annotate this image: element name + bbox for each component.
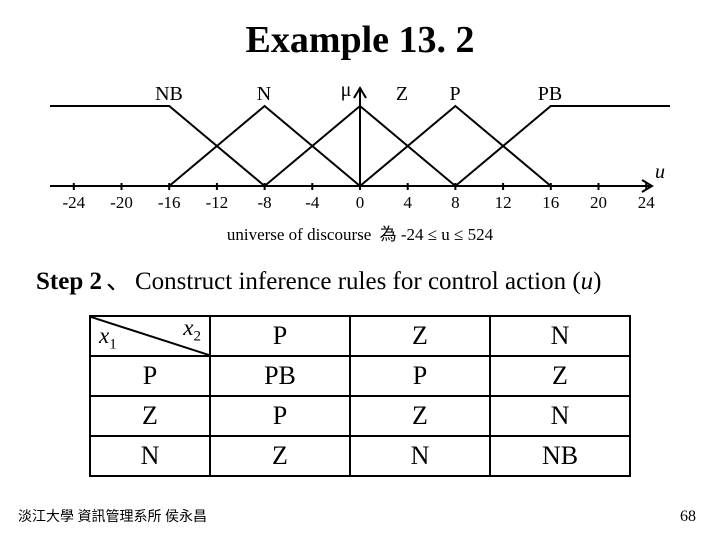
svg-text:universe of discourse 為: universe of discourse 為 -24 ≤ u ≤ 524	[227, 225, 494, 244]
footer-credit: 淡江大學 資訊管理系所 侯永昌	[18, 506, 207, 526]
mu-label: μ	[341, 79, 352, 101]
tick-label: 24	[638, 193, 656, 212]
step-line: Step 2、Construct inference rules for con…	[36, 261, 720, 297]
cell: Z	[210, 436, 350, 476]
step-label: Step 2	[36, 268, 102, 295]
cell: N	[350, 436, 490, 476]
tick-label: -24	[62, 193, 85, 212]
cell: N	[490, 396, 630, 436]
cell: NB	[490, 436, 630, 476]
tick-label: 8	[451, 193, 460, 212]
table-corner: x1 x2	[90, 316, 210, 356]
tick-label: 20	[590, 193, 607, 212]
caption-math: -24 ≤ u ≤ 524	[401, 225, 494, 244]
fuzzy-label-pb: PB	[538, 83, 562, 105]
x1-label: x1	[99, 323, 117, 354]
row-header: P	[90, 356, 210, 396]
tick-label: 4	[403, 193, 412, 212]
step-text: Construct inference rules for control ac…	[135, 268, 581, 295]
page-title: Example 13. 2	[0, 0, 720, 62]
row-header: N	[90, 436, 210, 476]
tick-label: -4	[305, 193, 320, 212]
x2-label: x2	[183, 315, 201, 346]
fuzzy-label-z: Z	[396, 83, 408, 105]
fuzzy-label-p: P	[449, 83, 460, 105]
step-sep: 、	[106, 268, 131, 295]
row-header: Z	[90, 396, 210, 436]
step-close: )	[593, 268, 601, 295]
step-var: u	[581, 268, 594, 295]
tick-label: -16	[158, 193, 181, 212]
caption-prefix: universe of discourse	[227, 225, 371, 244]
cell: P	[350, 356, 490, 396]
tick-label: 0	[356, 193, 365, 212]
tick-label: -20	[110, 193, 133, 212]
page-number: 68	[680, 508, 696, 526]
tick-label: -12	[206, 193, 229, 212]
cell: Z	[490, 356, 630, 396]
cell: Z	[350, 396, 490, 436]
inference-rule-table: x1 x2 P Z N P PB P Z Z P Z N N Z N NB	[89, 315, 631, 477]
membership-diagram: NB N Z P PB μ u -24 -20 -16 -12 -8 -4 0 …	[50, 78, 670, 253]
col-header: N	[490, 316, 630, 356]
cell: PB	[210, 356, 350, 396]
tick-label: 16	[542, 193, 559, 212]
tick-label: -8	[258, 193, 272, 212]
tick-label: 12	[495, 193, 512, 212]
cell: P	[210, 396, 350, 436]
fuzzy-label-nb: NB	[155, 83, 183, 105]
col-header: Z	[350, 316, 490, 356]
axis-var: u	[655, 161, 665, 183]
col-header: P	[210, 316, 350, 356]
caption-cjk: 為	[380, 225, 397, 244]
fuzzy-label-n: N	[257, 83, 271, 105]
